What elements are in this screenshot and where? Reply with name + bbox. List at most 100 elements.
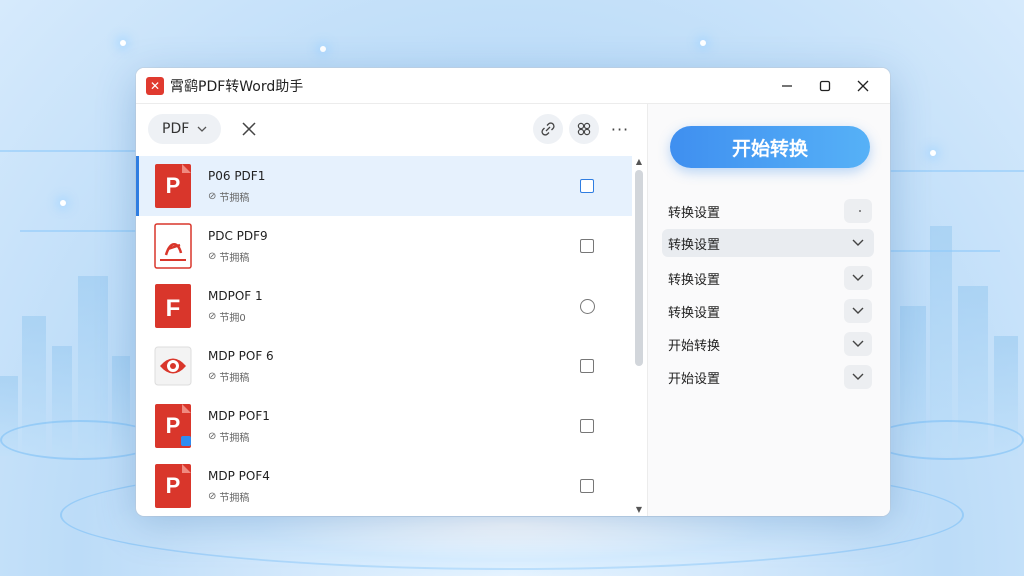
- settings-pane: 开始转换 转换设置 转换设置 转换设置 转换设置 开始转换 开始设置: [648, 104, 890, 516]
- file-row[interactable]: P MDP POF4 ⊘ 节拥稿: [136, 456, 632, 516]
- minimize-button[interactable]: [770, 72, 804, 100]
- file-name: MDP POF4: [208, 468, 270, 483]
- setting-label: 转换设置: [668, 205, 721, 221]
- pdf-eye-icon: [154, 343, 194, 389]
- file-name: P06 PDF1: [208, 168, 266, 183]
- bg-building: [900, 306, 926, 456]
- setting-row[interactable]: 转换设置: [662, 197, 874, 225]
- bg-building: [52, 346, 72, 456]
- setting-toggle[interactable]: [844, 299, 872, 323]
- chevron-down-icon: [852, 239, 864, 246]
- bg-glow-dot: [60, 200, 66, 206]
- link-icon: ⊘: [208, 190, 217, 202]
- file-toolbar: PDF ···: [136, 104, 647, 154]
- file-name: PDC PDF9: [208, 228, 268, 243]
- minus-icon: [859, 210, 861, 212]
- setting-row[interactable]: 开始设置: [662, 363, 874, 391]
- setting-row[interactable]: 转换设置: [662, 297, 874, 325]
- setting-row[interactable]: 开始转换: [662, 330, 874, 358]
- link-icon: ⊘: [208, 490, 217, 502]
- file-row[interactable]: PDC PDF9 ⊘ 节拥稿: [136, 216, 632, 276]
- file-subtitle: ⊘ 节拥0: [208, 310, 246, 324]
- bg-circuit-line: [20, 230, 136, 232]
- scroll-down-arrow-icon[interactable]: ▼: [633, 504, 645, 516]
- file-checkbox[interactable]: [580, 179, 594, 193]
- file-checkbox[interactable]: [580, 239, 594, 253]
- bg-building: [22, 316, 46, 456]
- window-controls: [770, 72, 880, 100]
- pdf-f-icon: F: [154, 283, 194, 329]
- setting-toggle[interactable]: [844, 332, 872, 356]
- title-bar: ✕ 霄鹞PDF转Word助手: [136, 68, 890, 104]
- minimize-icon: [782, 84, 792, 87]
- bg-platform-ring: [870, 420, 1024, 460]
- bg-glow-dot: [120, 40, 126, 46]
- setting-toggle[interactable]: [844, 231, 872, 255]
- pdf-p-icon: P: [154, 463, 194, 509]
- file-checkbox[interactable]: [580, 419, 594, 433]
- bg-glow-dot: [320, 46, 326, 52]
- link-icon: [541, 122, 555, 136]
- setting-label: 转换设置: [668, 305, 721, 321]
- setting-label: 开始设置: [668, 371, 721, 387]
- setting-toggle[interactable]: [844, 266, 872, 290]
- chevron-down-icon: [852, 340, 864, 347]
- bg-building: [994, 336, 1018, 456]
- file-subtitle: ⊘ 节拥稿: [208, 250, 250, 264]
- svg-text:P: P: [166, 413, 181, 438]
- svg-text:F: F: [166, 295, 181, 322]
- setting-label: 转换设置: [668, 237, 721, 253]
- setting-label: 转换设置: [668, 272, 721, 288]
- file-subtitle: ⊘ 节拥稿: [208, 190, 250, 204]
- file-row[interactable]: MDP POF 6 ⊘ 节拥稿: [136, 336, 632, 396]
- format-dropdown-label: PDF: [162, 121, 190, 137]
- bg-building: [112, 356, 130, 456]
- close-icon: [242, 122, 256, 136]
- format-dropdown[interactable]: PDF: [148, 114, 222, 144]
- bg-circuit-line: [0, 150, 136, 152]
- file-name: MDP POF1: [208, 408, 270, 423]
- pdf-p-icon: P: [154, 163, 194, 209]
- file-row[interactable]: F MDPOF 1 ⊘ 节拥0: [136, 276, 632, 336]
- file-checkbox[interactable]: [580, 479, 594, 493]
- bg-circuit-line: [890, 250, 1000, 252]
- link-icon: ⊘: [208, 370, 217, 382]
- link-button[interactable]: [533, 114, 563, 144]
- file-subtitle: ⊘ 节拥稿: [208, 490, 250, 504]
- scroll-thumb[interactable]: [635, 170, 643, 366]
- setting-toggle[interactable]: [844, 365, 872, 389]
- file-name: MDP POF 6: [208, 348, 274, 363]
- close-window-button[interactable]: [846, 72, 880, 100]
- apps-button[interactable]: [569, 114, 599, 144]
- bg-circuit-line: [890, 170, 1024, 172]
- maximize-button[interactable]: [808, 72, 842, 100]
- bg-building: [958, 286, 988, 456]
- svg-text:P: P: [166, 173, 181, 198]
- setting-label: 开始转换: [668, 338, 721, 354]
- more-options-button[interactable]: ···: [605, 114, 635, 144]
- scroll-up-arrow-icon[interactable]: ▲: [633, 156, 645, 168]
- setting-toggle[interactable]: [844, 199, 872, 223]
- bg-building: [930, 226, 952, 456]
- file-checkbox[interactable]: [580, 359, 594, 373]
- link-icon: ⊘: [208, 310, 217, 322]
- toolbar-actions: ···: [533, 114, 635, 144]
- chevron-down-icon: [197, 126, 207, 132]
- clear-button[interactable]: [237, 117, 261, 141]
- file-row[interactable]: P MDP POF1 ⊘ 节拥稿: [136, 396, 632, 456]
- grid-icon: [577, 122, 591, 136]
- app-title: 霄鹞PDF转Word助手: [170, 78, 304, 95]
- setting-row[interactable]: 转换设置: [662, 229, 874, 257]
- file-list-scrollbar[interactable]: ▲ ▼: [633, 156, 645, 516]
- file-row[interactable]: P P06 PDF1 ⊘ 节拥稿: [136, 156, 632, 216]
- setting-row[interactable]: 转换设置: [662, 264, 874, 292]
- bg-glow-dot: [700, 40, 706, 46]
- bg-building: [0, 376, 18, 456]
- close-icon: [857, 80, 869, 91]
- start-convert-button[interactable]: 开始转换: [670, 126, 870, 168]
- bg-building: [78, 276, 108, 456]
- file-name: MDPOF 1: [208, 288, 263, 303]
- file-radio[interactable]: [580, 299, 595, 314]
- app-window: ✕ 霄鹞PDF转Word助手 PDF ··· P P06 PDF1 ⊘ 节拥稿 …: [136, 68, 890, 516]
- link-icon: ⊘: [208, 430, 217, 442]
